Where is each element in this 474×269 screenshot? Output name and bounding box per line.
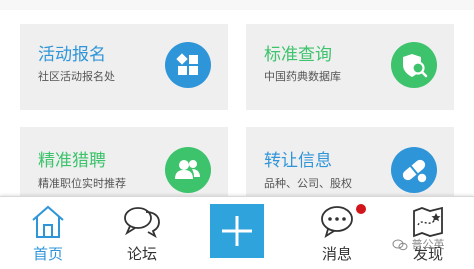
card-transfer-info[interactable]: 转让信息 品种、公司、股权 [246, 127, 454, 197]
wechat-icon [392, 238, 412, 251]
shield-search-icon [391, 42, 437, 88]
card-event-signup[interactable]: 活动报名 社区活动报名处 [20, 24, 228, 110]
chat-bubbles-icon [122, 203, 162, 239]
card-standard-query[interactable]: 标准查询 中国药典数据库 [246, 24, 454, 110]
grid-icon [165, 42, 211, 88]
map-star-icon [408, 203, 448, 239]
tab-forum[interactable]: 论坛 [102, 197, 182, 269]
card-title: 精准猎聘 [38, 151, 106, 171]
tab-discover[interactable]: 发现 [388, 197, 468, 269]
message-icon [317, 203, 357, 239]
plus-icon [222, 216, 252, 246]
tab-home[interactable]: 首页 [8, 197, 88, 269]
card-subtitle: 中国药典数据库 [264, 70, 341, 83]
people-icon [165, 147, 211, 193]
card-subtitle: 品种、公司、股权 [264, 177, 352, 190]
tab-label: 首页 [32, 245, 63, 263]
card-title: 转让信息 [264, 151, 332, 171]
home-icon [28, 203, 68, 239]
watermark-text: 普公英 [411, 238, 445, 251]
card-title: 标准查询 [264, 45, 332, 65]
tab-label: 论坛 [126, 245, 157, 263]
card-subtitle: 精准职位实时推荐 [38, 177, 126, 190]
tab-label: 消息 [321, 245, 352, 263]
add-post-button[interactable] [210, 204, 264, 258]
card-subtitle: 社区活动报名处 [38, 70, 115, 83]
unread-badge [356, 204, 366, 214]
card-title: 活动报名 [38, 45, 106, 65]
top-strip [0, 0, 474, 10]
card-recruitment[interactable]: 精准猎聘 精准职位实时推荐 [20, 127, 228, 197]
watermark: 普公英 [392, 236, 445, 252]
pill-icon [391, 147, 437, 193]
